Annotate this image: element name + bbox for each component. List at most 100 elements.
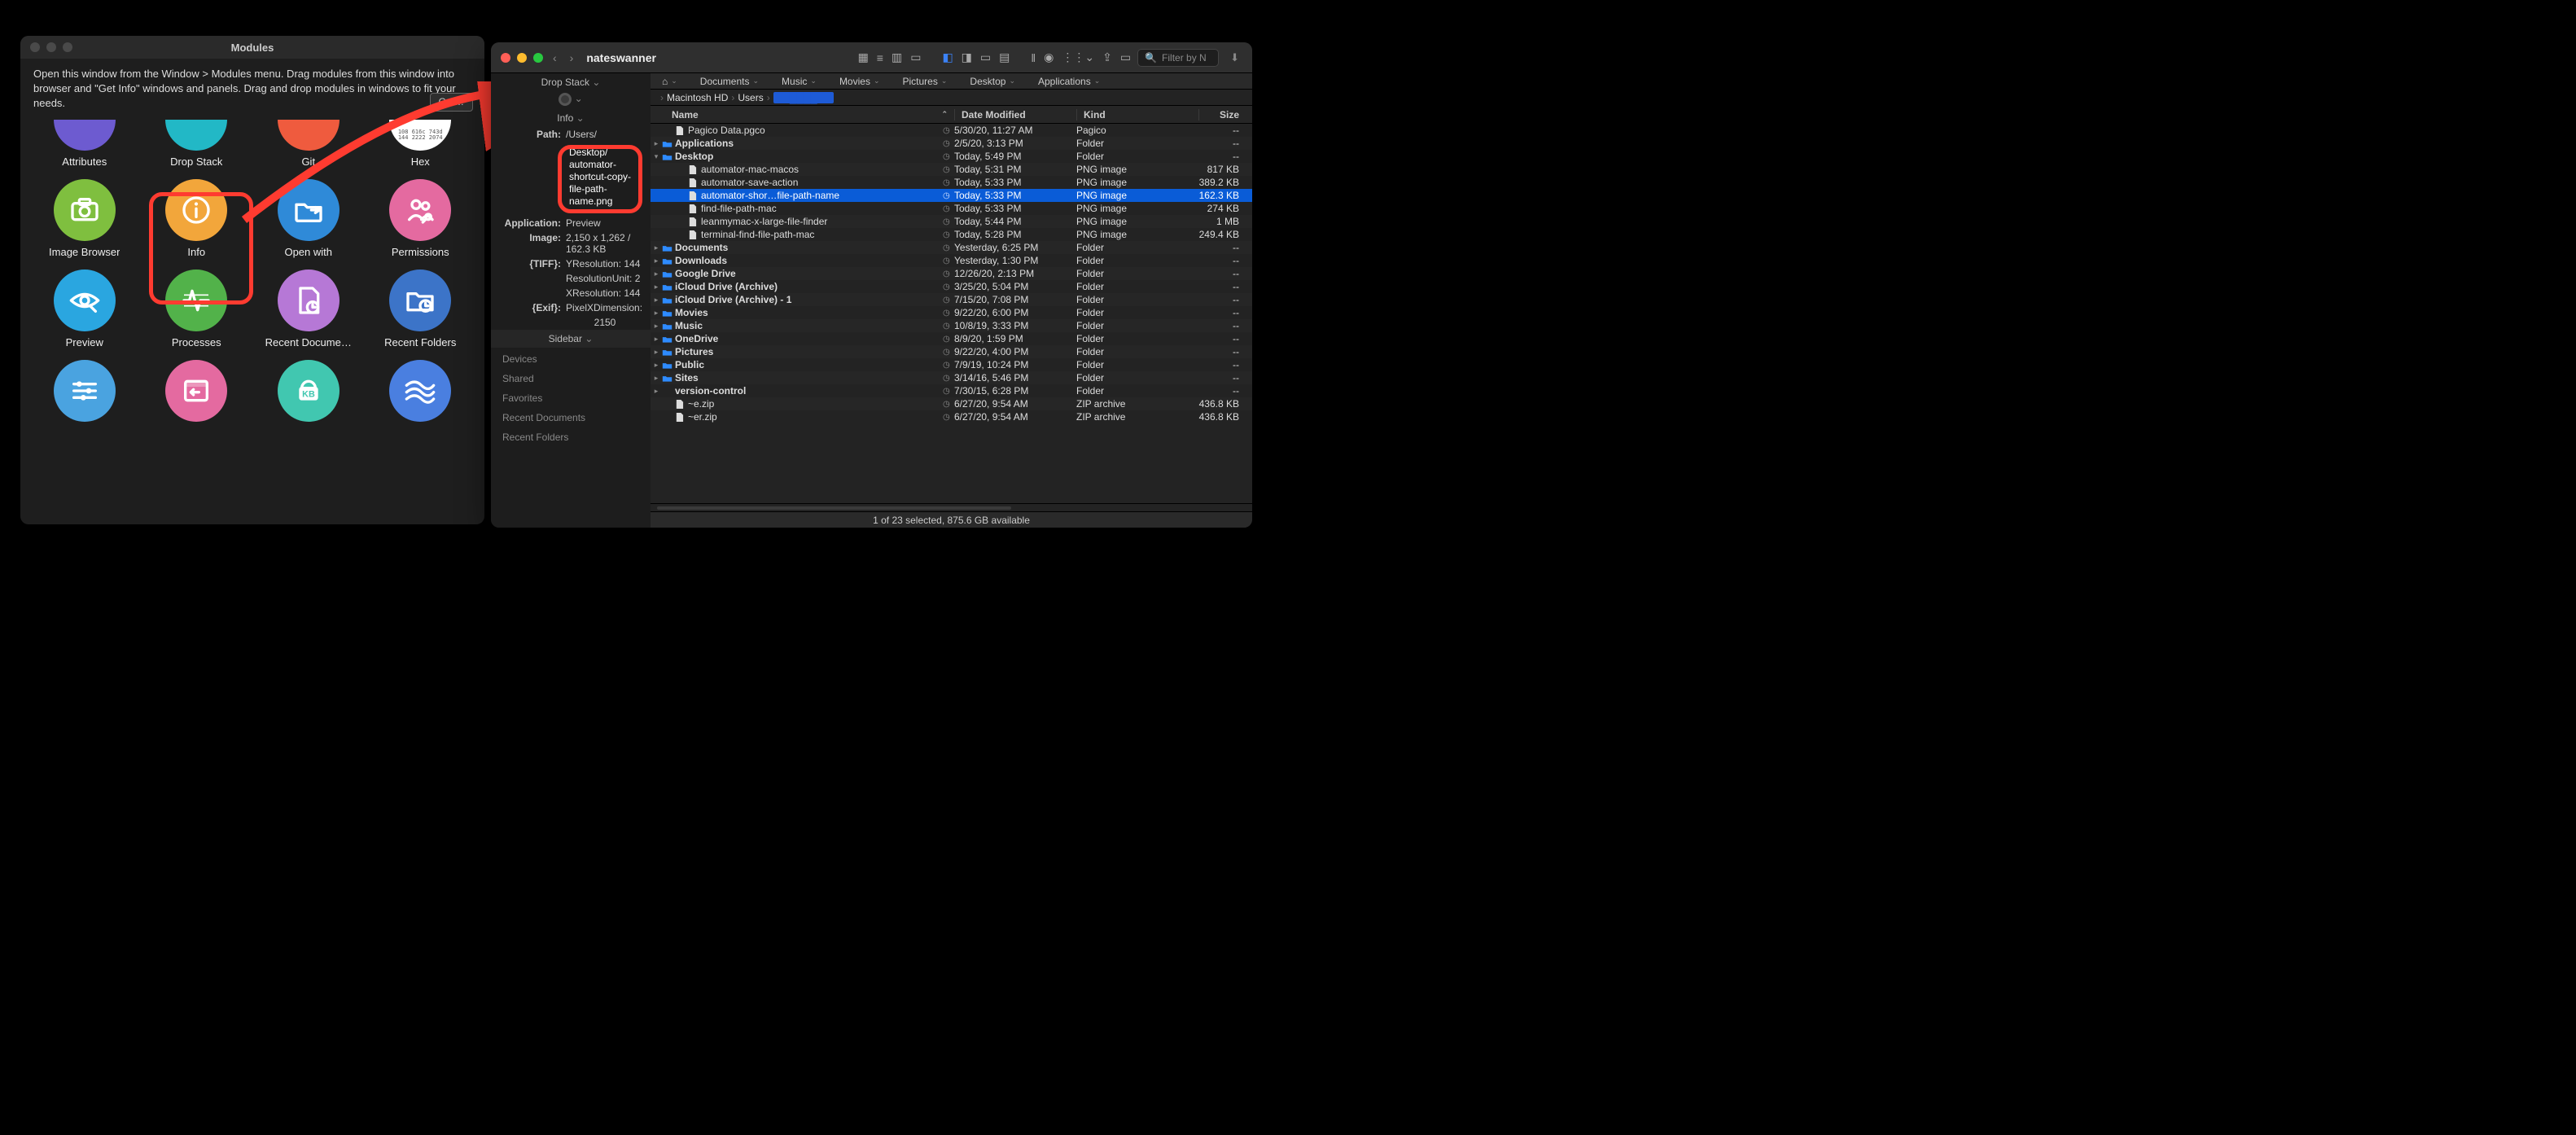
disclosure-icon[interactable]: ▸ — [651, 256, 662, 265]
panel-icon[interactable]: ◨ — [962, 50, 972, 64]
drop-stack-icon[interactable]: ⌄ — [491, 91, 651, 109]
disclosure-icon[interactable]: ▸ — [651, 283, 662, 291]
panel2-icon[interactable]: ▭ — [980, 50, 991, 64]
download-icon[interactable]: ⬇ — [1225, 51, 1244, 64]
folder-tab-home[interactable]: ⌂⌄ — [651, 76, 689, 87]
module-info[interactable]: Info — [141, 177, 253, 263]
modules-titlebar[interactable]: Modules — [20, 36, 484, 59]
file-row[interactable]: ▸Downloads◷Yesterday, 1:30 PMFolder-- — [651, 254, 1252, 267]
col-date[interactable]: Date Modified — [954, 109, 1076, 121]
module-drop-stack[interactable]: Drop Stack — [141, 118, 253, 173]
file-row[interactable]: automator-mac-macos◷Today, 5:31 PMPNG im… — [651, 163, 1252, 176]
maximize-icon[interactable] — [533, 53, 543, 63]
nav-forward-button[interactable]: › — [567, 51, 577, 64]
module-processes[interactable]: Processes — [141, 268, 253, 353]
file-row[interactable]: leanmymac-x-large-file-finder◷Today, 5:4… — [651, 215, 1252, 228]
folder-tab-documents[interactable]: Documents⌄ — [689, 76, 770, 87]
module-git[interactable]: Git — [252, 118, 365, 173]
close-icon[interactable] — [501, 53, 510, 63]
disclosure-icon[interactable]: ▸ — [651, 309, 662, 318]
file-row[interactable]: ▸Sites◷3/14/16, 5:46 PMFolder-- — [651, 371, 1252, 384]
view-icon-icon[interactable]: ▦ — [858, 50, 869, 64]
crumb-redacted[interactable]: ████ — [773, 92, 834, 103]
module-item-13[interactable] — [141, 358, 253, 432]
module-hex[interactable]: 108 616c 743d 144 2222 2074Hex — [365, 118, 477, 173]
file-row[interactable]: ~e.zip◷6/27/20, 9:54 AMZIP archive436.8 … — [651, 397, 1252, 410]
file-row[interactable]: terminal-find-file-path-mac◷Today, 5:28 … — [651, 228, 1252, 241]
disclosure-icon[interactable]: ▸ — [651, 270, 662, 278]
col-size[interactable]: Size — [1198, 109, 1252, 121]
drop-stack-header[interactable]: Drop Stack — [491, 73, 651, 91]
files-list[interactable]: Pagico Data.pgco◷5/30/20, 11:27 AMPagico… — [651, 124, 1252, 503]
disclosure-icon[interactable]: ▸ — [651, 374, 662, 383]
view-list-icon[interactable]: ≡ — [877, 51, 883, 64]
file-row[interactable]: ▸OneDrive◷8/9/20, 1:59 PMFolder-- — [651, 332, 1252, 345]
folder-tab-pictures[interactable]: Pictures⌄ — [892, 76, 959, 87]
file-row[interactable]: automator-save-action◷Today, 5:33 PMPNG … — [651, 176, 1252, 189]
file-row[interactable]: automator-shor…file-path-name◷Today, 5:3… — [651, 189, 1252, 202]
sidebar-item-shared[interactable]: Shared — [491, 369, 651, 388]
file-row[interactable]: ~er.zip◷6/27/20, 9:54 AMZIP archive436.8… — [651, 410, 1252, 423]
module-recent-docume-[interactable]: Recent Docume… — [252, 268, 365, 353]
folder-tab-music[interactable]: Music⌄ — [770, 76, 828, 87]
module-item-12[interactable] — [28, 358, 141, 432]
module-image-browser[interactable]: Image Browser — [28, 177, 141, 263]
file-row[interactable]: ▸Public◷7/9/19, 10:24 PMFolder-- — [651, 358, 1252, 371]
disclosure-icon[interactable]: ▾ — [651, 152, 662, 161]
file-row[interactable]: find-file-path-mac◷Today, 5:33 PMPNG ima… — [651, 202, 1252, 215]
disclosure-icon[interactable]: ▸ — [651, 322, 662, 331]
file-row[interactable]: ▸Google Drive◷12/26/20, 2:13 PMFolder-- — [651, 267, 1252, 280]
search-input[interactable]: 🔍 Filter by N — [1137, 49, 1219, 67]
module-attributes[interactable]: Attributes — [28, 118, 141, 173]
info-header[interactable]: Info — [491, 109, 651, 127]
sidebar-item-favorites[interactable]: Favorites — [491, 388, 651, 408]
disclosure-icon[interactable]: ▸ — [651, 296, 662, 305]
file-row[interactable]: ▸iCloud Drive (Archive)◷3/25/20, 5:04 PM… — [651, 280, 1252, 293]
module-item-15[interactable] — [365, 358, 477, 432]
disclosure-icon[interactable]: ▸ — [651, 335, 662, 344]
minimize-icon[interactable] — [517, 53, 527, 63]
file-row[interactable]: Pagico Data.pgco◷5/30/20, 11:27 AMPagico… — [651, 124, 1252, 137]
file-row[interactable]: ▸Music◷10/8/19, 3:33 PMFolder-- — [651, 319, 1252, 332]
sidebar-item-recent-documents[interactable]: Recent Documents — [491, 408, 651, 427]
file-row[interactable]: ▸Documents◷Yesterday, 6:25 PMFolder-- — [651, 241, 1252, 254]
quicklook-icon[interactable]: ◉ — [1044, 50, 1054, 64]
crumb-macintosh-hd[interactable]: Macintosh HD — [667, 92, 728, 103]
horizontal-scrollbar[interactable] — [651, 503, 1252, 511]
file-row[interactable]: ▸Applications◷2/5/20, 3:13 PMFolder-- — [651, 137, 1252, 150]
sidebar-toggle-icon[interactable]: ◧ — [942, 50, 953, 64]
disclosure-icon[interactable]: ▸ — [651, 348, 662, 357]
file-row[interactable]: ▸Pictures◷9/22/20, 4:00 PMFolder-- — [651, 345, 1252, 358]
module-preview[interactable]: Preview — [28, 268, 141, 353]
folder-tab-applications[interactable]: Applications⌄ — [1027, 76, 1111, 87]
file-row[interactable]: ▾Desktop◷Today, 5:49 PMFolder-- — [651, 150, 1252, 163]
tags-icon[interactable]: ⇪ — [1102, 50, 1112, 64]
file-row[interactable]: ▸Movies◷9/22/20, 6:00 PMFolder-- — [651, 306, 1252, 319]
view-gallery-icon[interactable]: ▭ — [910, 50, 921, 64]
file-row[interactable]: ▸version-control◷7/30/15, 6:28 PMFolder-… — [651, 384, 1252, 397]
action-icon[interactable]: ▭ — [1120, 50, 1131, 64]
nav-back-button[interactable]: ‹ — [550, 51, 560, 64]
sidebar-item-devices[interactable]: Devices — [491, 349, 651, 369]
col-kind[interactable]: Kind — [1076, 109, 1198, 121]
dual-pane-icon[interactable]: ‖ — [1031, 51, 1036, 64]
panel3-icon[interactable]: ▤ — [999, 50, 1010, 64]
module-recent-folders[interactable]: Recent Folders — [365, 268, 477, 353]
module-item-14[interactable]: KB — [252, 358, 365, 432]
view-column-icon[interactable]: ▥ — [892, 50, 902, 64]
disclosure-icon[interactable]: ▸ — [651, 361, 662, 370]
disclosure-icon[interactable]: ▸ — [651, 243, 662, 252]
col-name[interactable]: Name ⌃ — [651, 109, 954, 121]
folder-tab-movies[interactable]: Movies⌄ — [828, 76, 892, 87]
arrange-icon[interactable]: ⋮⋮⌄ — [1062, 50, 1094, 64]
folder-tab-desktop[interactable]: Desktop⌄ — [958, 76, 1027, 87]
module-permissions[interactable]: Permissions — [365, 177, 477, 263]
sidebar-item-recent-folders[interactable]: Recent Folders — [491, 427, 651, 447]
disclosure-icon[interactable]: ▸ — [651, 387, 662, 396]
sidebar-header[interactable]: Sidebar — [491, 330, 651, 348]
file-row[interactable]: ▸iCloud Drive (Archive) - 1◷7/15/20, 7:0… — [651, 293, 1252, 306]
disclosure-icon[interactable]: ▸ — [651, 139, 662, 148]
get-button[interactable]: Get… — [430, 93, 473, 112]
crumb-users[interactable]: Users — [738, 92, 763, 103]
module-open-with[interactable]: Open with — [252, 177, 365, 263]
